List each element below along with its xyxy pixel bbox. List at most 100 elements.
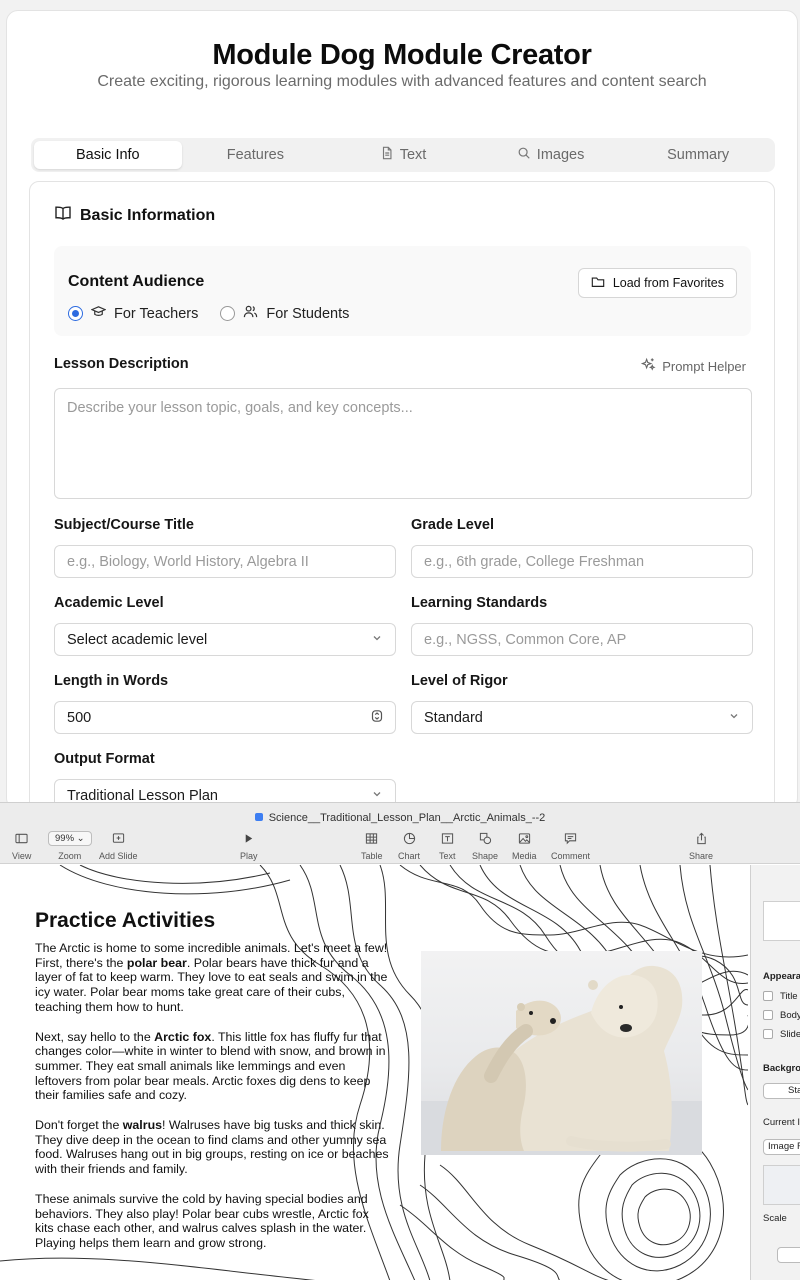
graduation-cap-icon	[90, 304, 107, 323]
tab-basic-info[interactable]: Basic Info	[34, 141, 182, 169]
bold-term: walrus	[122, 1118, 163, 1133]
prompt-helper-button[interactable]: Prompt Helper	[640, 357, 746, 375]
keynote-toolbar: Science__Traditional_Lesson_Plan__Arctic…	[0, 803, 800, 864]
keynote-window: Science__Traditional_Lesson_Plan__Arctic…	[0, 802, 800, 1280]
tab-features[interactable]: Features	[182, 141, 330, 169]
slide-heading[interactable]: Practice Activities	[35, 909, 215, 933]
comment-icon	[564, 831, 577, 846]
section-header: Basic Information	[54, 204, 215, 227]
scale-label: Scale	[763, 1213, 787, 1224]
bold-term: polar bear	[126, 955, 187, 970]
tab-label: Text	[399, 147, 427, 163]
comment-button[interactable]: Comment	[551, 831, 590, 861]
grade-level-input[interactable]: e.g., 6th grade, College Freshman	[411, 545, 753, 578]
slide-layout-preview[interactable]	[763, 901, 800, 941]
slide-number-checkbox-label: Slide	[780, 1029, 800, 1040]
add-slide-label: Add Slide	[99, 851, 138, 861]
format-inspector: Appeara Title Body Slide Backgro Sta Cur…	[750, 865, 800, 1280]
slide-canvas[interactable]: Practice Activities The Arctic is home t…	[0, 865, 748, 1280]
table-icon	[365, 831, 378, 846]
tab-label: Features	[226, 147, 284, 163]
zoom-label: Zoom	[58, 851, 82, 861]
text-button[interactable]: Text	[439, 831, 456, 861]
app-title: Module Dog Module Creator	[212, 39, 592, 71]
content-audience-box: Content Audience Load from Favorites For…	[54, 246, 751, 336]
share-button[interactable]: Share	[689, 831, 713, 861]
academic-level-select[interactable]: Select academic level	[54, 623, 396, 656]
slide-number-checkbox[interactable]	[763, 1029, 773, 1039]
document-title: Science__Traditional_Lesson_Plan__Arctic…	[0, 812, 800, 824]
grade-level-placeholder: e.g., 6th grade, College Freshman	[424, 553, 645, 570]
zoom-dropdown[interactable]: 99% ⌄	[48, 831, 92, 846]
tab-text[interactable]: Text	[329, 141, 477, 169]
radio-for-students[interactable]: For Students	[220, 304, 349, 323]
lesson-description-textarea[interactable]: Describe your lesson topic, goals, and k…	[54, 388, 752, 499]
document-title-text: Science__Traditional_Lesson_Plan__Arctic…	[268, 812, 546, 824]
comment-label: Comment	[551, 851, 591, 861]
chart-button[interactable]: Chart	[398, 831, 420, 861]
media-button[interactable]: Media	[512, 831, 537, 861]
lesson-description-label: Lesson Description	[54, 356, 189, 372]
rigor-select[interactable]: Standard	[411, 701, 753, 734]
image-fill-label: Image F	[768, 1141, 800, 1152]
share-label: Share	[689, 851, 714, 861]
image-fill-button[interactable]: Image F	[763, 1139, 800, 1155]
learning-standards-input[interactable]: e.g., NGSS, Common Core, AP	[411, 623, 753, 656]
radio-button[interactable]	[220, 306, 236, 321]
share-icon	[695, 831, 708, 846]
current-heading: Current I	[763, 1117, 800, 1128]
subject-placeholder: e.g., Biology, World History, Algebra II	[67, 553, 309, 570]
subject-label: Subject/Course Title	[54, 517, 194, 533]
grade-level-label: Grade Level	[411, 517, 495, 533]
paragraph-polar-bear: The Arctic is home to some incredible an…	[35, 941, 390, 1015]
radio-label: For Students	[266, 305, 350, 322]
table-label: Table	[361, 851, 383, 861]
table-button[interactable]: Table	[361, 831, 383, 861]
background-image-thumbnail[interactable]	[763, 1165, 800, 1205]
media-label: Media	[512, 851, 537, 861]
book-icon	[54, 204, 72, 227]
chevron-down-icon	[371, 632, 383, 648]
play-button[interactable]: Play	[240, 831, 258, 861]
tab-summary[interactable]: Summary	[624, 141, 772, 169]
chevron-down-icon	[728, 710, 740, 726]
academic-level-label: Academic Level	[54, 595, 164, 611]
body-checkbox-label: Body	[780, 1010, 800, 1021]
polar-bear-photo[interactable]	[421, 951, 702, 1155]
zoom-value: 99%	[55, 833, 75, 844]
audience-title: Content Audience	[68, 273, 205, 290]
text-box-icon	[441, 831, 454, 846]
shape-button[interactable]: Shape	[472, 831, 498, 861]
add-slide-icon	[112, 831, 125, 846]
tab-images[interactable]: Images	[477, 141, 625, 169]
load-from-favorites-button[interactable]: Load from Favorites	[577, 268, 737, 298]
stepper-icon[interactable]	[371, 709, 383, 726]
paragraph-walrus: Don't forget the walrus! Walruses have b…	[35, 1118, 390, 1177]
scale-control[interactable]	[777, 1247, 800, 1263]
load-from-favorites-label: Load from Favorites	[612, 276, 724, 290]
body-checkbox[interactable]	[763, 1010, 773, 1020]
module-creator-card: Module Dog Module Creator Create excitin…	[6, 10, 798, 810]
keynote-file-icon	[254, 813, 263, 821]
title-checkbox[interactable]	[763, 991, 773, 1001]
length-value: 500	[67, 709, 92, 726]
search-icon	[517, 146, 531, 164]
radio-for-teachers[interactable]: For Teachers	[68, 304, 198, 323]
add-slide-button[interactable]: Add Slide	[99, 831, 138, 861]
paragraph-arctic-fox: Next, say hello to the Arctic fox. This …	[35, 1030, 390, 1104]
radio-label: For Teachers	[114, 305, 199, 322]
text-run: Next, say hello to the	[35, 1029, 155, 1044]
basic-info-panel: Basic Information Content Audience Load …	[29, 181, 775, 809]
tab-label: Summary	[667, 147, 730, 163]
subject-input[interactable]: e.g., Biology, World History, Algebra II	[54, 545, 396, 578]
text-run: Don't forget the	[35, 1118, 123, 1133]
zoom-control[interactable]: 99% ⌄ Zoom	[48, 831, 92, 861]
slide-body-text[interactable]: The Arctic is home to some incredible an…	[35, 941, 390, 1266]
sparkles-icon	[640, 357, 656, 375]
view-button[interactable]: View	[12, 831, 31, 861]
section-title: Basic Information	[80, 206, 216, 224]
background-style-label: Sta	[788, 1085, 800, 1096]
background-style-button[interactable]: Sta	[763, 1083, 800, 1099]
length-number-input[interactable]: 500	[54, 701, 396, 734]
radio-button[interactable]	[68, 306, 83, 321]
